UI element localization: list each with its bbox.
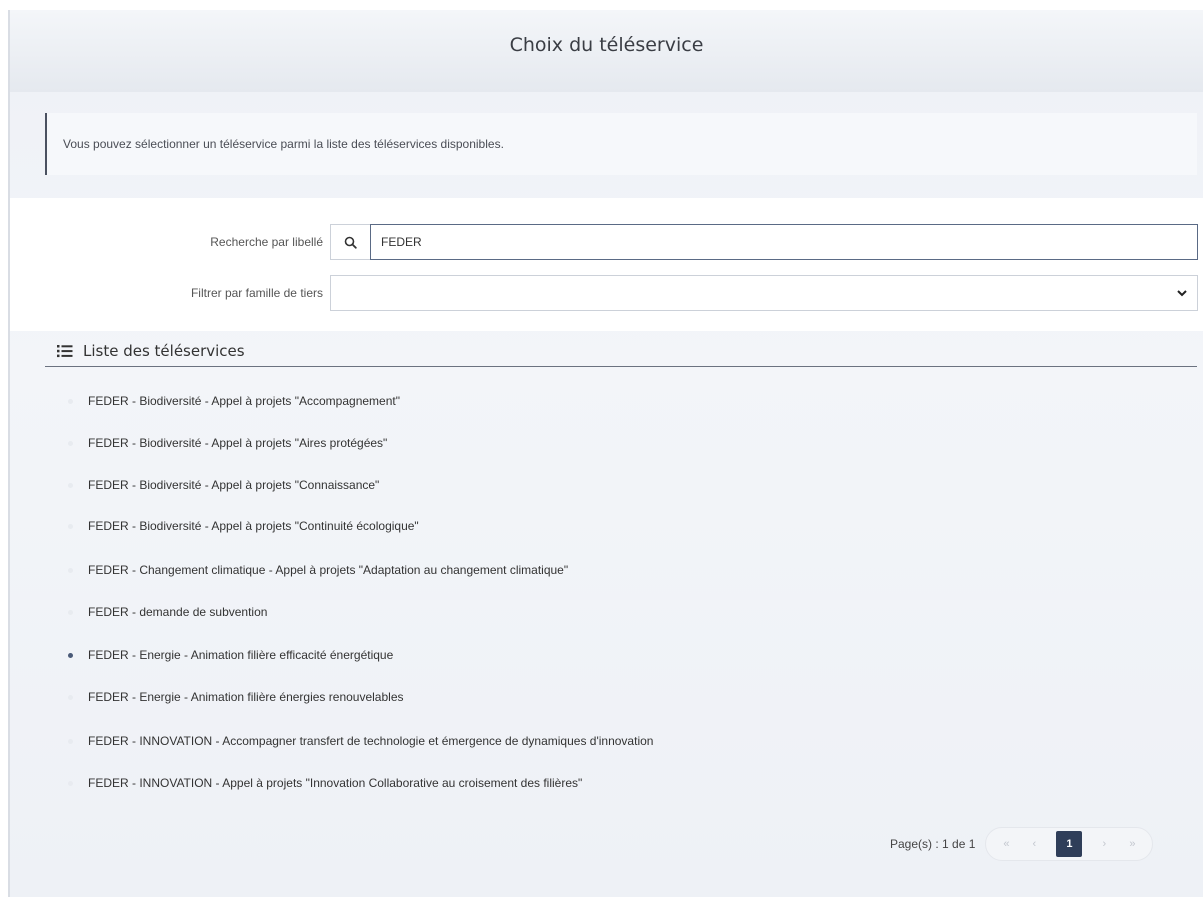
family-row: Filtrer par famille de tiers	[10, 275, 1203, 311]
list-item[interactable]: FEDER - Energie - Animation filière éner…	[88, 680, 404, 714]
page-header: Choix du téléservice	[10, 10, 1203, 92]
list-title: Liste des téléservices	[83, 342, 245, 360]
next-page-button[interactable]: ›	[1090, 832, 1118, 856]
pager: « ‹ 1 › »	[985, 827, 1154, 861]
main-frame: Choix du téléservice Vous pouvez sélecti…	[8, 10, 1203, 897]
list-bullet	[68, 399, 73, 404]
list-bullet	[68, 695, 73, 700]
search-row: Recherche par libellé	[10, 224, 1203, 260]
search-icon	[330, 224, 370, 260]
list-bullet	[68, 524, 73, 529]
list-item[interactable]: FEDER - Biodiversité - Appel à projets "…	[88, 509, 419, 543]
list-bullet	[68, 441, 73, 446]
list-icon	[57, 345, 73, 358]
family-label: Filtrer par famille de tiers	[190, 286, 323, 300]
list-section-title: Liste des téléservices	[45, 336, 1197, 367]
chevron-down-icon	[1177, 290, 1187, 297]
page-count-label: Page(s) : 1 de 1	[890, 837, 976, 851]
list-bullet	[68, 568, 73, 573]
list-bullet	[68, 739, 73, 744]
page-1-button[interactable]: 1	[1056, 831, 1083, 857]
list-item[interactable]: FEDER - Biodiversité - Appel à projets "…	[88, 468, 379, 502]
list-item[interactable]: FEDER - Changement climatique - Appel à …	[88, 553, 568, 587]
search-label: Recherche par libellé	[210, 235, 323, 249]
last-page-button[interactable]: »	[1118, 832, 1146, 856]
first-page-button[interactable]: «	[992, 832, 1020, 856]
info-box: Vous pouvez sélectionner un téléservice …	[45, 113, 1197, 175]
filter-panel: Recherche par libellé Filtrer par famill…	[10, 198, 1203, 331]
page-title: Choix du téléservice	[509, 34, 704, 56]
list-item[interactable]: FEDER - Biodiversité - Appel à projets "…	[88, 426, 387, 460]
list-bullet	[68, 610, 73, 615]
family-select[interactable]	[330, 275, 1198, 311]
list-item[interactable]: FEDER - INNOVATION - Appel à projets "In…	[88, 766, 582, 800]
search-group	[330, 224, 1198, 260]
prev-page-button[interactable]: ‹	[1020, 832, 1048, 856]
list-bullet	[68, 483, 73, 488]
list-item[interactable]: FEDER - demande de subvention	[88, 595, 267, 629]
search-input[interactable]	[370, 224, 1198, 260]
list-item[interactable]: FEDER - INNOVATION - Accompagner transfe…	[88, 724, 653, 758]
list-bullet-active	[68, 653, 73, 658]
info-text: Vous pouvez sélectionner un téléservice …	[63, 137, 504, 151]
list-item[interactable]: FEDER - Biodiversité - Appel à projets "…	[88, 384, 400, 418]
list-bullet	[68, 781, 73, 786]
pagination: Page(s) : 1 de 1 « ‹ 1 › »	[890, 827, 1154, 861]
list-item[interactable]: FEDER - Energie - Animation filière effi…	[88, 638, 393, 672]
